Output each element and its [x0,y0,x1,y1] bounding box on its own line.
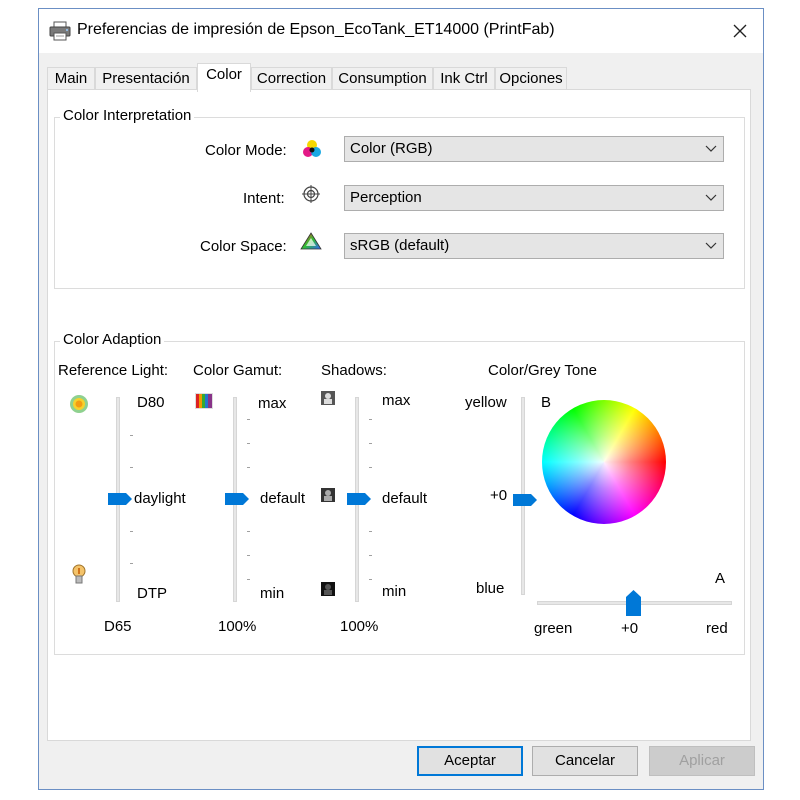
chevron-down-icon [705,242,717,249]
crosshair-icon [302,185,320,203]
color-wheel[interactable] [542,400,666,524]
bulb-icon [72,564,86,584]
close-icon [733,24,747,38]
grey-tone-green-label: green [534,620,573,637]
reference-light-slider-thumb[interactable] [108,493,132,505]
grey-tone-blue-label: blue [476,580,505,597]
grey-tone-red-label: red [706,620,728,637]
gamut-bars-icon [195,393,213,409]
shadows-slider-thumb[interactable] [347,493,371,505]
color-tab-panel: Color Interpretation Color Mode: Color (… [47,89,751,741]
chevron-down-icon [705,145,717,152]
title-bar: Preferencias de impresión de Epson_EcoTa… [39,9,763,53]
tick [247,531,250,532]
tick [247,555,250,556]
gamut-triangle-icon [300,232,322,250]
color-mode-select[interactable]: Color (RGB) [344,136,724,162]
shadow-min-icon [321,582,335,596]
print-preferences-dialog: Preferencias de impresión de Epson_EcoTa… [38,8,764,790]
shadows-label: Shadows: [321,362,387,379]
intent-select[interactable]: Perception [344,185,724,211]
tick [369,443,372,444]
tick [369,419,372,420]
grey-tone-a-value: +0 [621,620,639,637]
grey-tone-b-axis-label: B [541,394,552,411]
shadow-default-icon [321,488,335,502]
tick [247,419,250,420]
color-gamut-value: 100% [218,618,257,635]
tick [130,467,133,468]
color-mode-value: Color (RGB) [350,140,433,157]
tick [130,435,133,436]
color-gamut-label: Color Gamut: [193,362,283,379]
grey-tone-yellow-label: yellow [465,394,507,411]
shadows-middle: default [382,490,428,507]
color-gamut-bottom: min [260,585,285,602]
color-adaption-group-label: Color Adaption [60,331,165,348]
tab-main[interactable]: Main [47,67,95,91]
b-axis-slider-thumb[interactable] [513,494,537,506]
color-interpretation-group-label: Color Interpretation [60,107,195,124]
color-space-label: Color Space: [200,238,287,255]
color-gamut-slider-thumb[interactable] [225,493,249,505]
tick [130,531,133,532]
shadows-value: 100% [340,618,379,635]
intent-value: Perception [350,189,422,206]
color-gamut-middle: default [260,490,306,507]
shadows-bottom: min [382,583,407,600]
sun-icon [70,395,88,413]
a-axis-slider-thumb[interactable] [626,590,641,616]
printer-icon [49,21,71,41]
chevron-down-icon [705,194,717,201]
color-gamut-top: max [258,395,287,412]
tab-ink-ctrl[interactable]: Ink Ctrl [433,67,495,91]
reference-light-bottom: DTP [137,585,167,602]
tick [130,563,133,564]
grey-tone-b-value: +0 [490,487,508,504]
tick [247,443,250,444]
tick [369,467,372,468]
tick [247,579,250,580]
tab-correction[interactable]: Correction [251,67,332,91]
tick [369,579,372,580]
close-button[interactable] [717,9,763,53]
apply-button[interactable]: Aplicar [649,746,755,776]
reference-light-middle: daylight [134,490,186,507]
cancel-button[interactable]: Cancelar [532,746,638,776]
tick [369,555,372,556]
tick [369,531,372,532]
ok-button[interactable]: Aceptar [417,746,523,776]
tab-consumption[interactable]: Consumption [332,67,433,91]
window-title: Preferencias de impresión de Epson_EcoTa… [77,21,555,38]
reference-light-label: Reference Light: [58,362,169,379]
tab-opciones[interactable]: Opciones [495,67,567,91]
intent-label: Intent: [243,190,285,207]
grey-tone-a-axis-label: A [715,570,726,587]
color-space-value: sRGB (default) [350,237,450,254]
reference-light-top: D80 [137,394,165,411]
reference-light-value: D65 [104,618,132,635]
color-mode-icon [303,140,321,157]
grey-tone-label: Color/Grey Tone [488,362,597,379]
color-space-select[interactable]: sRGB (default) [344,233,724,259]
tab-color[interactable]: Color [197,63,251,92]
color-mode-label: Color Mode: [205,142,287,159]
tab-presentacion[interactable]: Presentación [95,67,197,91]
shadows-top: max [382,392,411,409]
shadow-max-icon [321,391,335,405]
tick [247,467,250,468]
